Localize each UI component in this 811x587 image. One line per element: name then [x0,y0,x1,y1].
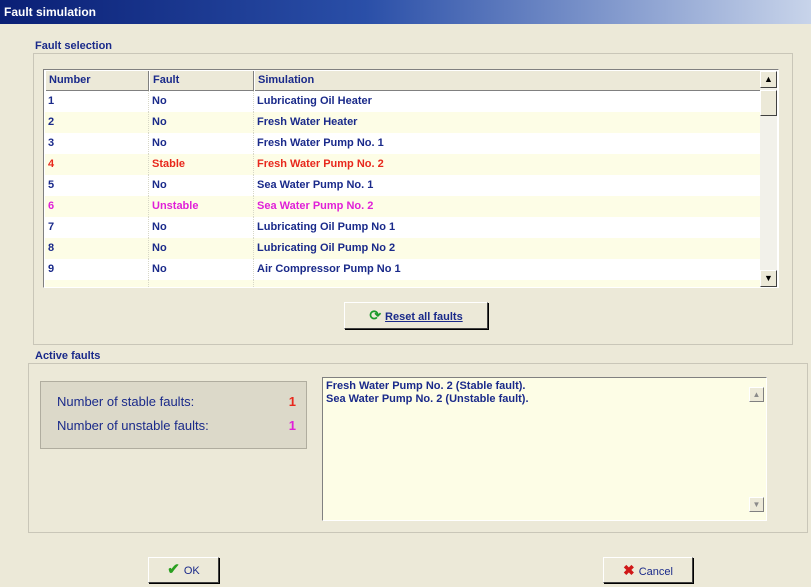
cell-fault [149,280,254,287]
stable-faults-count: 1 [288,394,296,409]
checkmark-icon: ✔ [167,561,180,578]
column-header-number[interactable]: Number [45,71,149,91]
cell-number: 3 [45,133,149,154]
table-row[interactable]: 5 No Sea Water Pump No. 1 [45,175,761,196]
cell-number [45,280,149,287]
cell-simulation: Sea Water Pump No. 2 [254,196,761,217]
table-row[interactable] [45,280,761,287]
reset-all-faults-button[interactable]: ⟳ Reset all faults [344,302,488,329]
cancel-button[interactable]: ✖ Cancel [603,557,693,583]
ok-button[interactable]: ✔ OK [148,557,219,583]
table-row[interactable]: 7 No Lubricating Oil Pump No 1 [45,217,761,238]
cell-fault: No [149,175,254,196]
reset-button-label: Reset all faults [385,311,463,323]
table-header: Number Fault Simulation [45,71,761,91]
fault-simulation-window: Fault simulation Fault selection Number … [0,0,811,587]
cell-simulation: Fresh Water Pump No. 1 [254,133,761,154]
stable-faults-label: Number of stable faults: [57,394,195,409]
active-faults-list[interactable]: Fresh Water Pump No. 2 (Stable fault). S… [322,377,767,521]
table-row[interactable]: 9 No Air Compressor Pump No 1 [45,259,761,280]
cell-number: 9 [45,259,149,280]
x-icon: ✖ [623,562,635,578]
column-header-simulation[interactable]: Simulation [254,71,761,91]
cell-fault: No [149,91,254,112]
window-title: Fault simulation [0,0,811,24]
cell-number: 1 [45,91,149,112]
column-header-fault[interactable]: Fault [149,71,254,91]
list-scroll-down-icon[interactable]: ▼ [749,497,764,512]
cell-simulation: Sea Water Pump No. 1 [254,175,761,196]
scroll-up-icon[interactable]: ▲ [760,71,777,88]
table-row[interactable]: 8 No Lubricating Oil Pump No 2 [45,238,761,259]
active-fault-item: Fresh Water Pump No. 2 (Stable fault). [326,380,526,392]
cell-simulation: Fresh Water Pump No. 2 [254,154,761,175]
table-body: 1 No Lubricating Oil Heater 2 No Fresh Water … [45,91,761,287]
cell-number: 2 [45,112,149,133]
cell-number: 8 [45,238,149,259]
unstable-faults-label: Number of unstable faults: [57,418,209,433]
fault-table[interactable]: Number Fault Simulation 1 No Lubricating O… [43,69,779,288]
table-row[interactable]: 1 No Lubricating Oil Heater [45,91,761,112]
refresh-icon: ⟳ [369,307,382,323]
cancel-button-label: Cancel [638,566,673,578]
table-row[interactable]: 4 Stable Fresh Water Pump No. 2 [45,154,761,175]
cell-fault: No [149,112,254,133]
cell-simulation: Fresh Water Heater [254,112,761,133]
cell-simulation: Air Compressor Pump No 1 [254,259,761,280]
active-faults-label: Active faults [33,350,103,362]
scroll-thumb[interactable] [760,90,777,116]
scroll-down-icon[interactable]: ▼ [760,270,777,287]
table-row[interactable]: 3 No Fresh Water Pump No. 1 [45,133,761,154]
cell-simulation: Lubricating Oil Pump No 1 [254,217,761,238]
cell-fault: Stable [149,154,254,175]
cell-number: 5 [45,175,149,196]
table-row[interactable]: 2 No Fresh Water Heater [45,112,761,133]
cell-number: 7 [45,217,149,238]
table-scrollbar[interactable]: ▲ ▼ [760,71,777,287]
cell-number: 6 [45,196,149,217]
cell-fault: No [149,133,254,154]
cell-fault: Unstable [149,196,254,217]
cell-fault: No [149,259,254,280]
ok-button-label: OK [183,565,200,577]
table-row[interactable]: 6 Unstable Sea Water Pump No. 2 [45,196,761,217]
cell-number: 4 [45,154,149,175]
cell-simulation [254,280,761,287]
list-scroll-up-icon[interactable]: ▲ [749,387,764,402]
active-fault-item: Sea Water Pump No. 2 (Unstable fault). [326,393,529,405]
cell-fault: No [149,238,254,259]
fault-counts-panel: Number of stable faults: 1 Number of uns… [40,381,307,449]
unstable-faults-count: 1 [288,418,296,433]
cell-fault: No [149,217,254,238]
cell-simulation: Lubricating Oil Heater [254,91,761,112]
fault-selection-label: Fault selection [33,40,115,52]
cell-simulation: Lubricating Oil Pump No 2 [254,238,761,259]
